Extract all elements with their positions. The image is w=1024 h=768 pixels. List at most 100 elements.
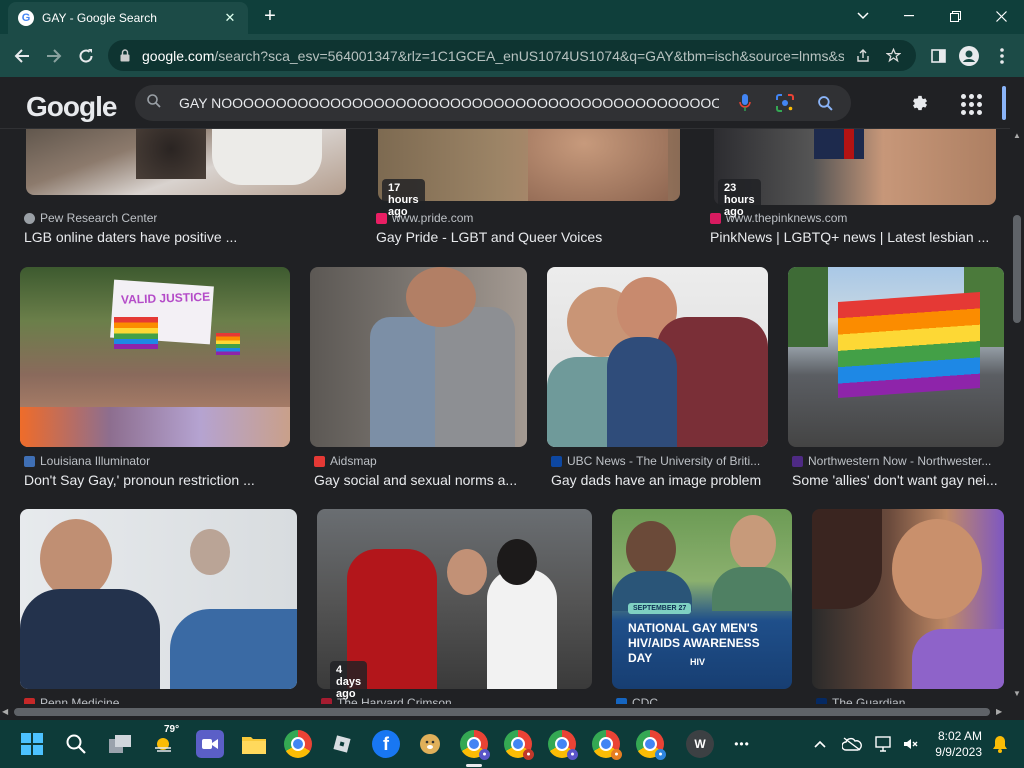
image-results-grid: Pew Research Center LGB online daters ha… <box>0 129 1010 704</box>
bookmark-star-icon[interactable] <box>882 45 904 67</box>
horizontal-scroll-thumb[interactable] <box>14 708 990 716</box>
side-panel-icon[interactable] <box>926 44 950 68</box>
weather-widget-icon[interactable]: 79° <box>150 724 179 758</box>
lock-icon[interactable] <box>120 48 132 63</box>
result-title[interactable]: Gay social and sexual norms a... <box>314 472 526 488</box>
result-title[interactable]: Some 'allies' don't want gay nei... <box>792 472 1004 488</box>
site-favicon-icon <box>551 455 562 467</box>
search-box[interactable] <box>135 85 851 121</box>
result-image[interactable] <box>26 129 346 195</box>
forward-arrow-icon[interactable] <box>42 44 66 68</box>
result-image[interactable] <box>812 509 1004 689</box>
site-favicon-icon <box>710 212 721 224</box>
vertical-scroll-thumb[interactable] <box>1013 215 1021 323</box>
onedrive-offline-icon[interactable] <box>838 730 866 758</box>
taskbar-clock[interactable]: 8:02 AM 9/9/2023 <box>926 728 982 760</box>
result-image[interactable]: VALID JUSTICE <box>20 267 290 447</box>
share-icon[interactable] <box>852 45 874 67</box>
poster-logo: HIV <box>690 657 706 667</box>
minimize-icon[interactable] <box>894 4 924 28</box>
task-view-icon[interactable] <box>106 730 134 758</box>
result-source[interactable]: Aidsmap <box>314 454 377 468</box>
active-app-indicator <box>466 764 482 767</box>
result-title[interactable]: Don't Say Gay,' pronoun restriction ... <box>24 472 294 488</box>
horizontal-scrollbar[interactable]: ◀ ▶ <box>0 704 1010 720</box>
result-image[interactable] <box>310 267 527 447</box>
result-source[interactable]: Penn Medicine <box>24 696 119 704</box>
back-arrow-icon[interactable] <box>10 44 34 68</box>
reload-icon[interactable] <box>74 44 98 68</box>
result-source[interactable]: The Guardian <box>816 696 905 704</box>
url-text[interactable]: google.com/search?sca_esv=564001347&rlz=… <box>142 48 844 64</box>
scroll-up-arrow-icon[interactable]: ▲ <box>1013 131 1021 140</box>
result-image[interactable] <box>547 267 768 447</box>
tab-search-chevron-icon[interactable] <box>848 4 878 28</box>
result-image[interactable] <box>788 267 1004 447</box>
tab-strip: G GAY - Google Search ✕ + <box>0 0 1024 34</box>
google-header: Google <box>0 77 1010 129</box>
close-window-icon[interactable] <box>986 4 1016 28</box>
result-title[interactable]: Gay dads have an image problem <box>551 472 771 488</box>
scroll-down-arrow-icon[interactable]: ▼ <box>1013 689 1021 698</box>
result-source[interactable]: www.thepinknews.com <box>710 211 847 225</box>
chrome-menu-icon[interactable] <box>990 44 1014 68</box>
result-source[interactable]: CDC <box>616 696 658 704</box>
restore-icon[interactable] <box>940 4 970 28</box>
notification-bell-icon[interactable] <box>986 730 1014 758</box>
video-meet-icon[interactable] <box>196 730 224 758</box>
account-accent-bar <box>1002 86 1006 120</box>
chrome-profile-3-icon[interactable]: ● <box>548 730 578 760</box>
result-source[interactable]: Northwestern Now - Northwester... <box>792 454 991 468</box>
network-display-icon[interactable] <box>870 730 898 758</box>
taskbar-search-icon[interactable] <box>62 730 90 758</box>
tab-close-icon[interactable]: ✕ <box>222 10 238 26</box>
profile-avatar-icon[interactable] <box>957 44 981 68</box>
settings-gear-icon[interactable] <box>908 91 932 115</box>
weather-temperature: 79° <box>164 724 180 735</box>
new-tab-button[interactable]: + <box>260 6 280 26</box>
chrome-profile-4-icon[interactable]: ● <box>592 730 622 760</box>
windows-start-icon[interactable] <box>18 730 46 758</box>
vertical-scrollbar[interactable]: ▲ ▼ <box>1010 129 1024 704</box>
tray-chevron-up-icon[interactable] <box>806 730 834 758</box>
site-favicon-icon <box>24 212 35 224</box>
result-title[interactable]: Gay Pride - LGBT and Queer Voices <box>376 229 686 245</box>
google-logo[interactable]: Google <box>26 91 117 123</box>
address-bar[interactable]: google.com/search?sca_esv=564001347&rlz=… <box>108 40 916 71</box>
result-source[interactable]: Louisiana Illuminator <box>24 454 150 468</box>
result-title[interactable]: PinkNews | LGBTQ+ news | Latest lesbian … <box>710 229 1000 245</box>
result-image[interactable]: SEPTEMBER 27 NATIONAL GAY MEN'S HIV/AIDS… <box>612 509 792 689</box>
site-favicon-icon <box>24 455 35 467</box>
clock-time: 8:02 AM <box>937 729 982 743</box>
result-source[interactable]: Pew Research Center <box>24 211 157 225</box>
doge-app-icon[interactable] <box>416 730 444 758</box>
facebook-icon[interactable]: f <box>372 730 400 758</box>
result-source[interactable]: UBC News - The University of Briti... <box>551 454 760 468</box>
w-app-icon[interactable]: W <box>686 730 714 758</box>
result-source[interactable]: The Harvard Crimson <box>321 696 452 704</box>
scroll-left-arrow-icon[interactable]: ◀ <box>2 707 8 716</box>
tab-google-search[interactable]: G GAY - Google Search ✕ <box>8 2 248 34</box>
google-lens-icon[interactable] <box>771 89 799 117</box>
search-input[interactable] <box>169 95 719 111</box>
volume-muted-icon[interactable] <box>896 730 924 758</box>
result-image[interactable] <box>20 509 297 689</box>
browser-toolbar: google.com/search?sca_esv=564001347&rlz=… <box>0 34 1024 77</box>
roblox-icon[interactable] <box>328 730 356 758</box>
google-apps-grid-icon[interactable] <box>958 91 982 115</box>
voice-search-icon[interactable] <box>731 89 759 117</box>
chrome-profile-1-icon[interactable]: ● <box>460 730 490 760</box>
site-favicon-icon <box>314 455 325 467</box>
chrome-profile-5-icon[interactable]: ● <box>636 730 666 760</box>
scroll-right-arrow-icon[interactable]: ▶ <box>996 707 1002 716</box>
clock-date: 9/9/2023 <box>935 745 982 759</box>
result-title[interactable]: LGB online daters have positive ... <box>24 229 344 245</box>
site-favicon-icon <box>792 455 803 467</box>
chrome-taskbar-icon[interactable] <box>284 730 312 758</box>
taskbar-overflow-icon[interactable]: ••• <box>728 730 756 758</box>
chrome-profile-2-icon[interactable]: ● <box>504 730 534 760</box>
result-source[interactable]: www.pride.com <box>376 211 473 225</box>
search-submit-icon[interactable] <box>811 89 839 117</box>
file-explorer-icon[interactable] <box>240 730 268 758</box>
google-favicon-icon: G <box>18 10 34 26</box>
